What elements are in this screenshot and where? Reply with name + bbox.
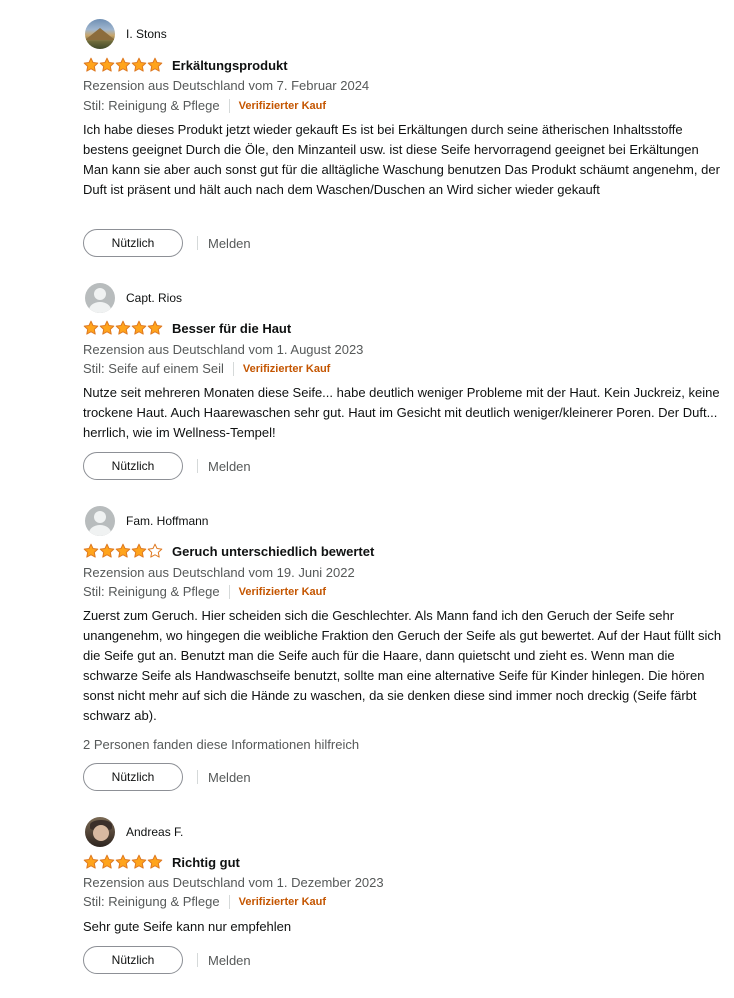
star-filled-icon xyxy=(131,854,147,869)
star-empty-icon xyxy=(147,543,163,558)
star-filled-icon xyxy=(115,320,131,335)
star-rating xyxy=(83,854,163,870)
reviewer-profile[interactable]: Capt. Rios xyxy=(85,281,182,315)
review-title: Richtig gut xyxy=(172,854,240,870)
star-rating xyxy=(83,543,163,559)
reviewer-name: Andreas F. xyxy=(126,825,184,839)
reviewer-name: I. Stons xyxy=(126,27,167,41)
review-date: Rezension aus Deutschland vom 19. Juni 2… xyxy=(83,565,355,580)
star-filled-icon xyxy=(115,854,131,869)
review-title: Geruch unterschiedlich bewertet xyxy=(172,543,375,559)
helpful-count: 2 Personen fanden diese Informationen hi… xyxy=(83,737,360,752)
review-actions: Nützlich Melden xyxy=(83,945,251,975)
divider xyxy=(197,770,198,784)
reviewer-profile[interactable]: Andreas F. xyxy=(85,815,183,849)
verified-badge: Verifizierter Kauf xyxy=(238,99,327,112)
reviewer-name: Fam. Hoffmann xyxy=(126,514,209,528)
review-title: Besser für die Haut xyxy=(172,320,292,336)
review-style-row: Stil: Reinigung & Pflege Verifizierter K… xyxy=(83,894,326,909)
review-date: Rezension aus Deutschland vom 7. Februar… xyxy=(83,78,370,93)
avatar xyxy=(85,19,115,49)
star-filled-icon xyxy=(99,57,115,72)
divider xyxy=(197,236,198,250)
review-style-row: Stil: Seife auf einem Seil Verifizierter… xyxy=(83,361,330,376)
verified-badge: Verifizierter Kauf xyxy=(238,585,327,598)
star-filled-icon xyxy=(83,320,99,335)
star-filled-icon xyxy=(131,320,147,335)
style-label: Stil: Seife auf einem Seil xyxy=(83,361,224,376)
review-title-row[interactable]: Geruch unterschiedlich bewertet xyxy=(83,541,374,561)
helpful-button[interactable]: Nützlich xyxy=(83,763,183,791)
star-filled-icon xyxy=(147,57,163,72)
divider xyxy=(197,459,198,473)
reviewer-profile[interactable]: Fam. Hoffmann xyxy=(85,504,208,538)
star-filled-icon xyxy=(131,543,147,558)
avatar xyxy=(85,817,115,847)
star-filled-icon xyxy=(83,854,99,869)
divider xyxy=(197,953,198,967)
report-link[interactable]: Melden xyxy=(208,459,251,474)
review-style-row: Stil: Reinigung & Pflege Verifizierter K… xyxy=(83,584,326,599)
review-item: Capt. Rios Besser für die Haut Rezension… xyxy=(83,281,723,481)
avatar xyxy=(85,283,115,313)
style-label: Stil: Reinigung & Pflege xyxy=(83,98,220,113)
verified-badge: Verifizierter Kauf xyxy=(242,362,331,375)
review-actions: Nützlich Melden xyxy=(83,762,251,792)
report-link[interactable]: Melden xyxy=(208,770,251,785)
review-body: Nutze seit mehreren Monaten diese Seife.… xyxy=(83,385,720,440)
review-actions: Nützlich Melden xyxy=(83,228,251,258)
review-actions: Nützlich Melden xyxy=(83,451,251,481)
style-label: Stil: Reinigung & Pflege xyxy=(83,584,220,599)
divider xyxy=(228,894,230,909)
helpful-button[interactable]: Nützlich xyxy=(83,946,183,974)
star-filled-icon xyxy=(147,320,163,335)
avatar xyxy=(85,506,115,536)
review-style-row: Stil: Reinigung & Pflege Verifizierter K… xyxy=(83,98,326,113)
star-filled-icon xyxy=(131,57,147,72)
review-title-row[interactable]: Erkältungsprodukt xyxy=(83,55,288,75)
review-title-row[interactable]: Besser für die Haut xyxy=(83,318,291,338)
star-rating xyxy=(83,57,163,73)
review-body: Zuerst zum Geruch. Hier scheiden sich di… xyxy=(83,608,722,723)
review-body: Ich habe dieses Produkt jetzt wieder gek… xyxy=(83,122,720,197)
review-body: Sehr gute Seife kann nur empfehlen xyxy=(83,919,292,934)
star-rating xyxy=(83,320,163,336)
verified-badge: Verifizierter Kauf xyxy=(238,895,327,908)
style-label: Stil: Reinigung & Pflege xyxy=(83,894,220,909)
star-filled-icon xyxy=(115,57,131,72)
review-item: Andreas F. Richtig gut Rezension aus Deu… xyxy=(83,815,723,995)
star-filled-icon xyxy=(99,854,115,869)
review-title: Erkältungsprodukt xyxy=(172,57,288,73)
star-filled-icon xyxy=(147,854,163,869)
star-filled-icon xyxy=(99,543,115,558)
reviewer-profile[interactable]: I. Stons xyxy=(85,17,167,51)
helpful-button[interactable]: Nützlich xyxy=(83,229,183,257)
star-filled-icon xyxy=(115,543,131,558)
star-filled-icon xyxy=(83,543,99,558)
report-link[interactable]: Melden xyxy=(208,953,251,968)
star-filled-icon xyxy=(99,320,115,335)
review-date: Rezension aus Deutschland vom 1. August … xyxy=(83,342,364,357)
divider xyxy=(228,98,230,113)
divider xyxy=(232,361,234,376)
review-title-row[interactable]: Richtig gut xyxy=(83,852,240,872)
review-item: Fam. Hoffmann Geruch unterschiedlich bew… xyxy=(83,504,723,794)
helpful-button[interactable]: Nützlich xyxy=(83,452,183,480)
star-filled-icon xyxy=(83,57,99,72)
review-date: Rezension aus Deutschland vom 1. Dezembe… xyxy=(83,875,384,890)
divider xyxy=(228,584,230,599)
reviewer-name: Capt. Rios xyxy=(126,291,183,305)
report-link[interactable]: Melden xyxy=(208,236,251,251)
review-item: I. Stons Erkältungsprodukt Rezension aus… xyxy=(83,17,723,262)
